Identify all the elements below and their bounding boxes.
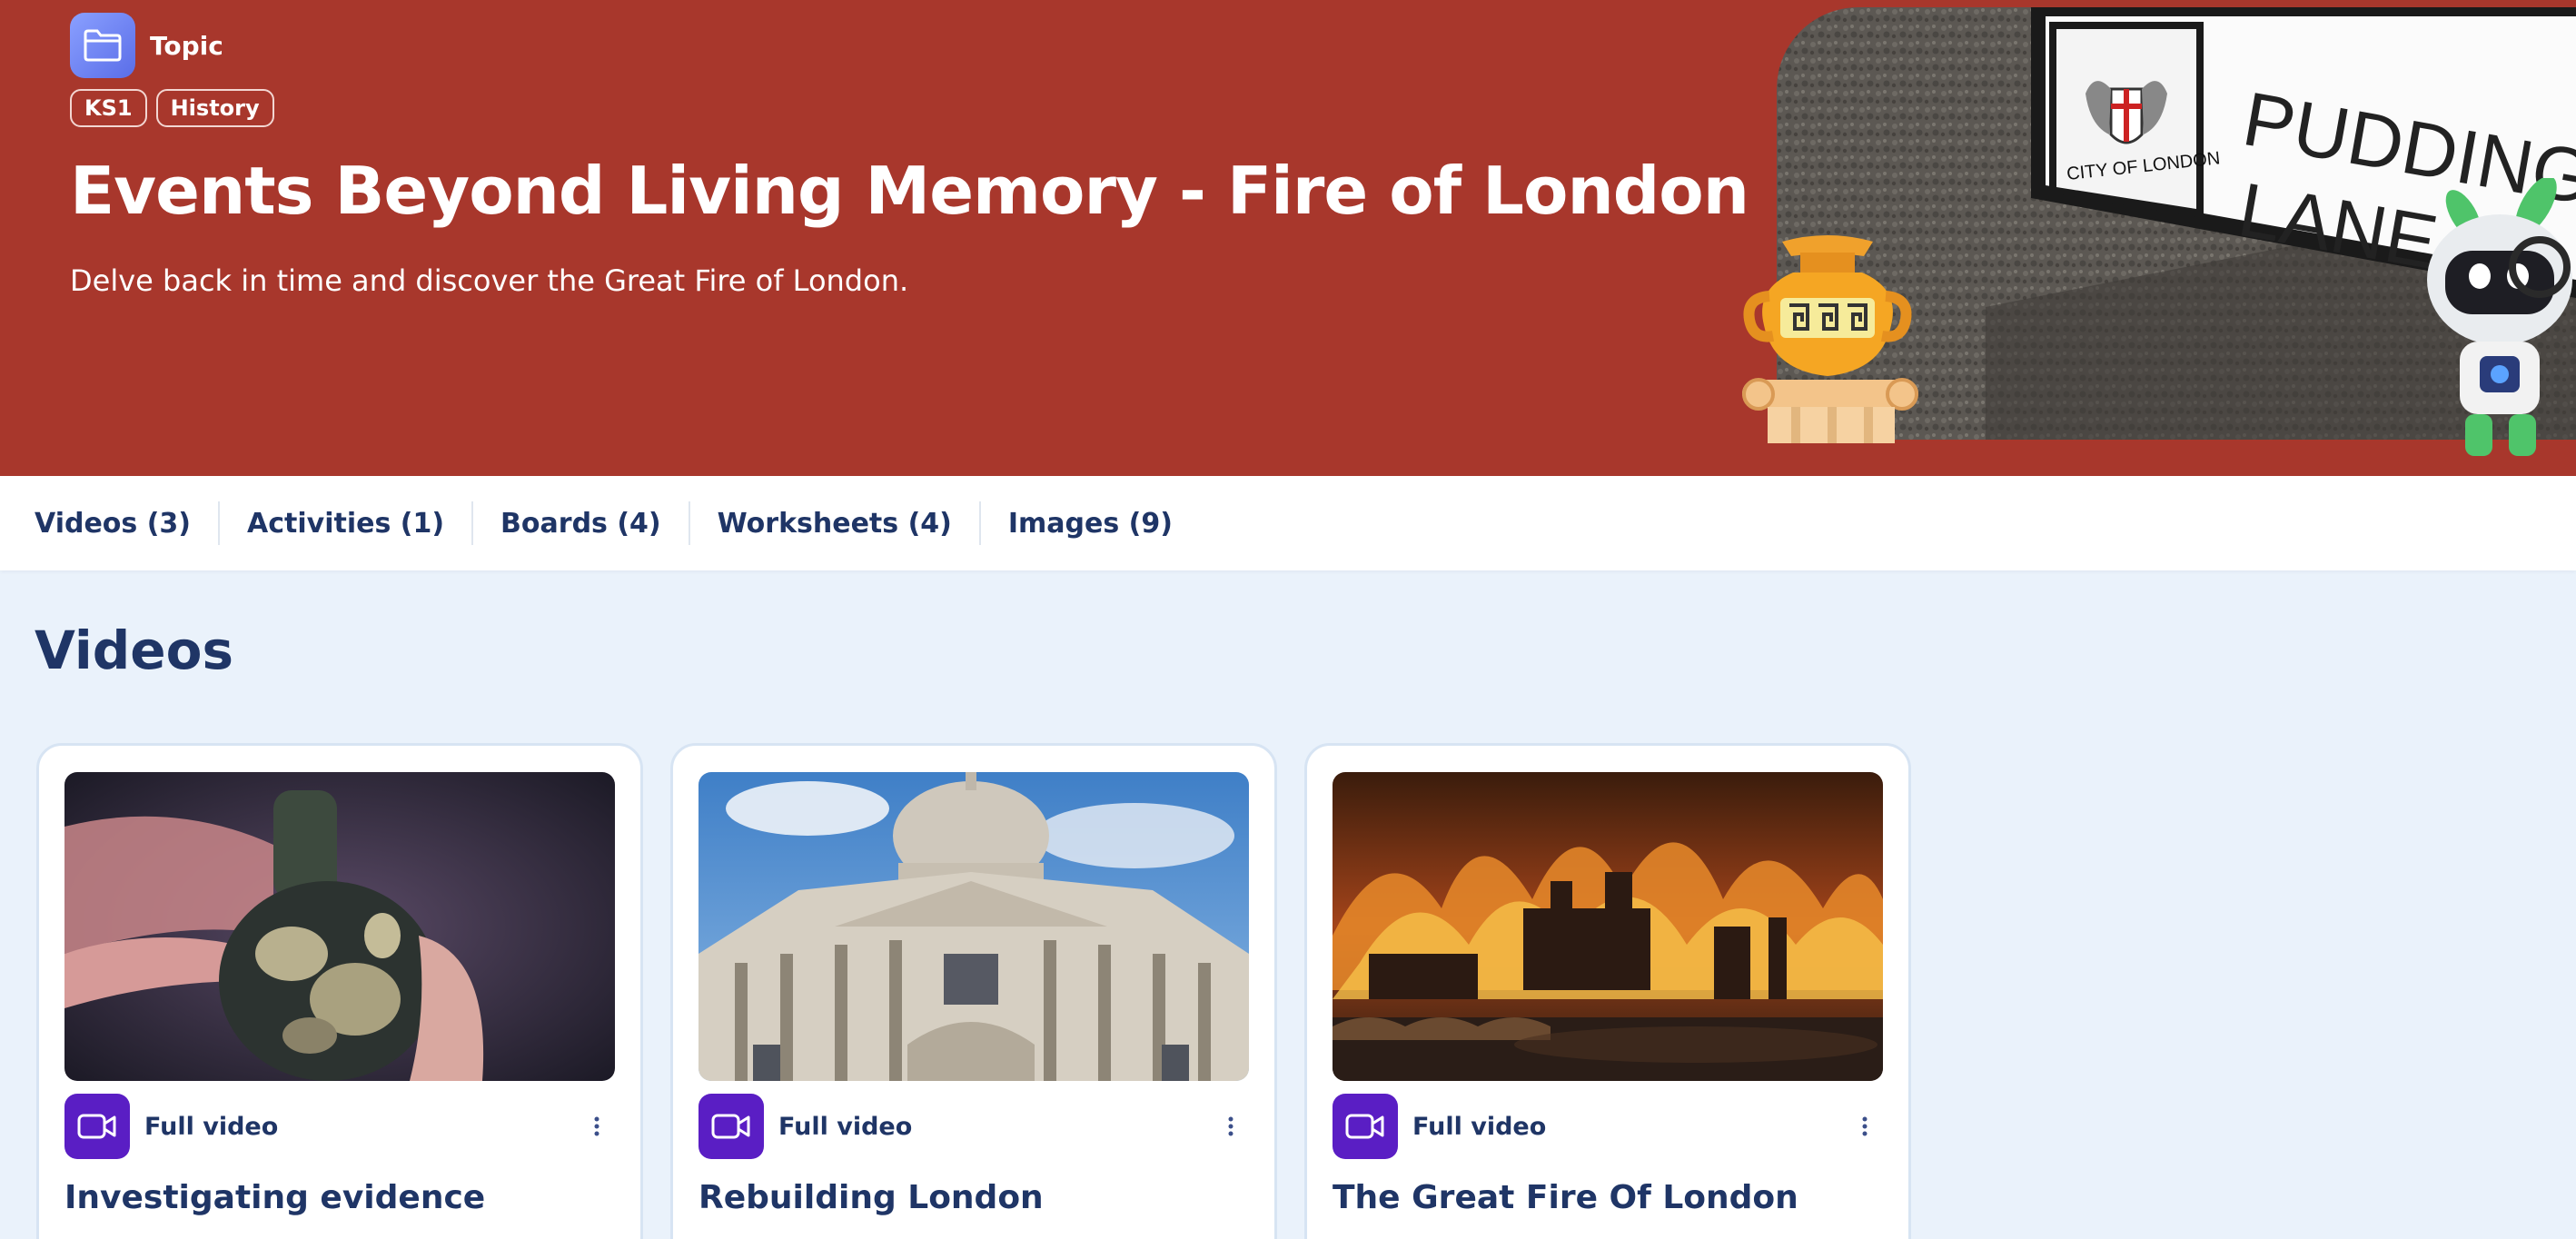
video-meta: Full video [64, 1094, 615, 1159]
video-card[interactable]: Full video Investigating evidence [36, 743, 643, 1239]
tab-activities[interactable]: Activities (1) [220, 501, 474, 545]
content-tabs: Videos (3) Activities (1) Boards (4) Wor… [0, 476, 2576, 570]
tab-worksheets[interactable]: Worksheets (4) [690, 501, 981, 545]
video-type-label: Full video [144, 1112, 279, 1141]
video-card[interactable]: Full video Rebuilding London [670, 743, 1277, 1239]
topic-hero: Topic KS1 History Events Beyond Living M… [0, 0, 2576, 476]
video-thumbnail[interactable] [64, 772, 615, 1081]
page-subtitle: Delve back in time and discover the Grea… [70, 263, 909, 298]
page-title: Events Beyond Living Memory - Fire of Lo… [70, 153, 1749, 229]
video-type-label: Full video [1412, 1112, 1547, 1141]
tab-images[interactable]: Images (9) [981, 501, 1200, 545]
video-type-label: Full video [778, 1112, 913, 1141]
video-camera-icon [698, 1094, 764, 1159]
video-meta: Full video [698, 1094, 1249, 1159]
tag-subject[interactable]: History [155, 89, 274, 127]
folder-icon [70, 13, 135, 78]
tag-list: KS1 History [70, 89, 274, 127]
tab-boards[interactable]: Boards (4) [473, 501, 690, 545]
video-camera-icon [64, 1094, 130, 1159]
video-meta: Full video [1333, 1094, 1883, 1159]
video-card[interactable]: Full video The Great Fire Of London [1304, 743, 1911, 1239]
tag-key-stage[interactable]: KS1 [70, 89, 147, 127]
video-title[interactable]: Investigating evidence [64, 1179, 615, 1216]
tab-videos[interactable]: Videos (3) [35, 501, 221, 545]
video-title[interactable]: The Great Fire Of London [1333, 1179, 1883, 1216]
section-title-videos: Videos [35, 620, 233, 681]
greek-vase-mascot [1737, 225, 1924, 451]
video-thumbnail[interactable] [698, 772, 1249, 1081]
video-camera-icon [1333, 1094, 1398, 1159]
video-card-list: Full video Investigating evidence Full v… [36, 743, 1911, 1239]
topic-header: Topic [70, 13, 223, 78]
more-options-icon[interactable] [1847, 1108, 1883, 1145]
video-thumbnail[interactable] [1333, 772, 1883, 1081]
more-options-icon[interactable] [579, 1108, 615, 1145]
topic-label: Topic [150, 30, 223, 61]
video-title[interactable]: Rebuilding London [698, 1179, 1249, 1216]
more-options-icon[interactable] [1213, 1108, 1249, 1145]
robot-mascot [2427, 175, 2576, 463]
